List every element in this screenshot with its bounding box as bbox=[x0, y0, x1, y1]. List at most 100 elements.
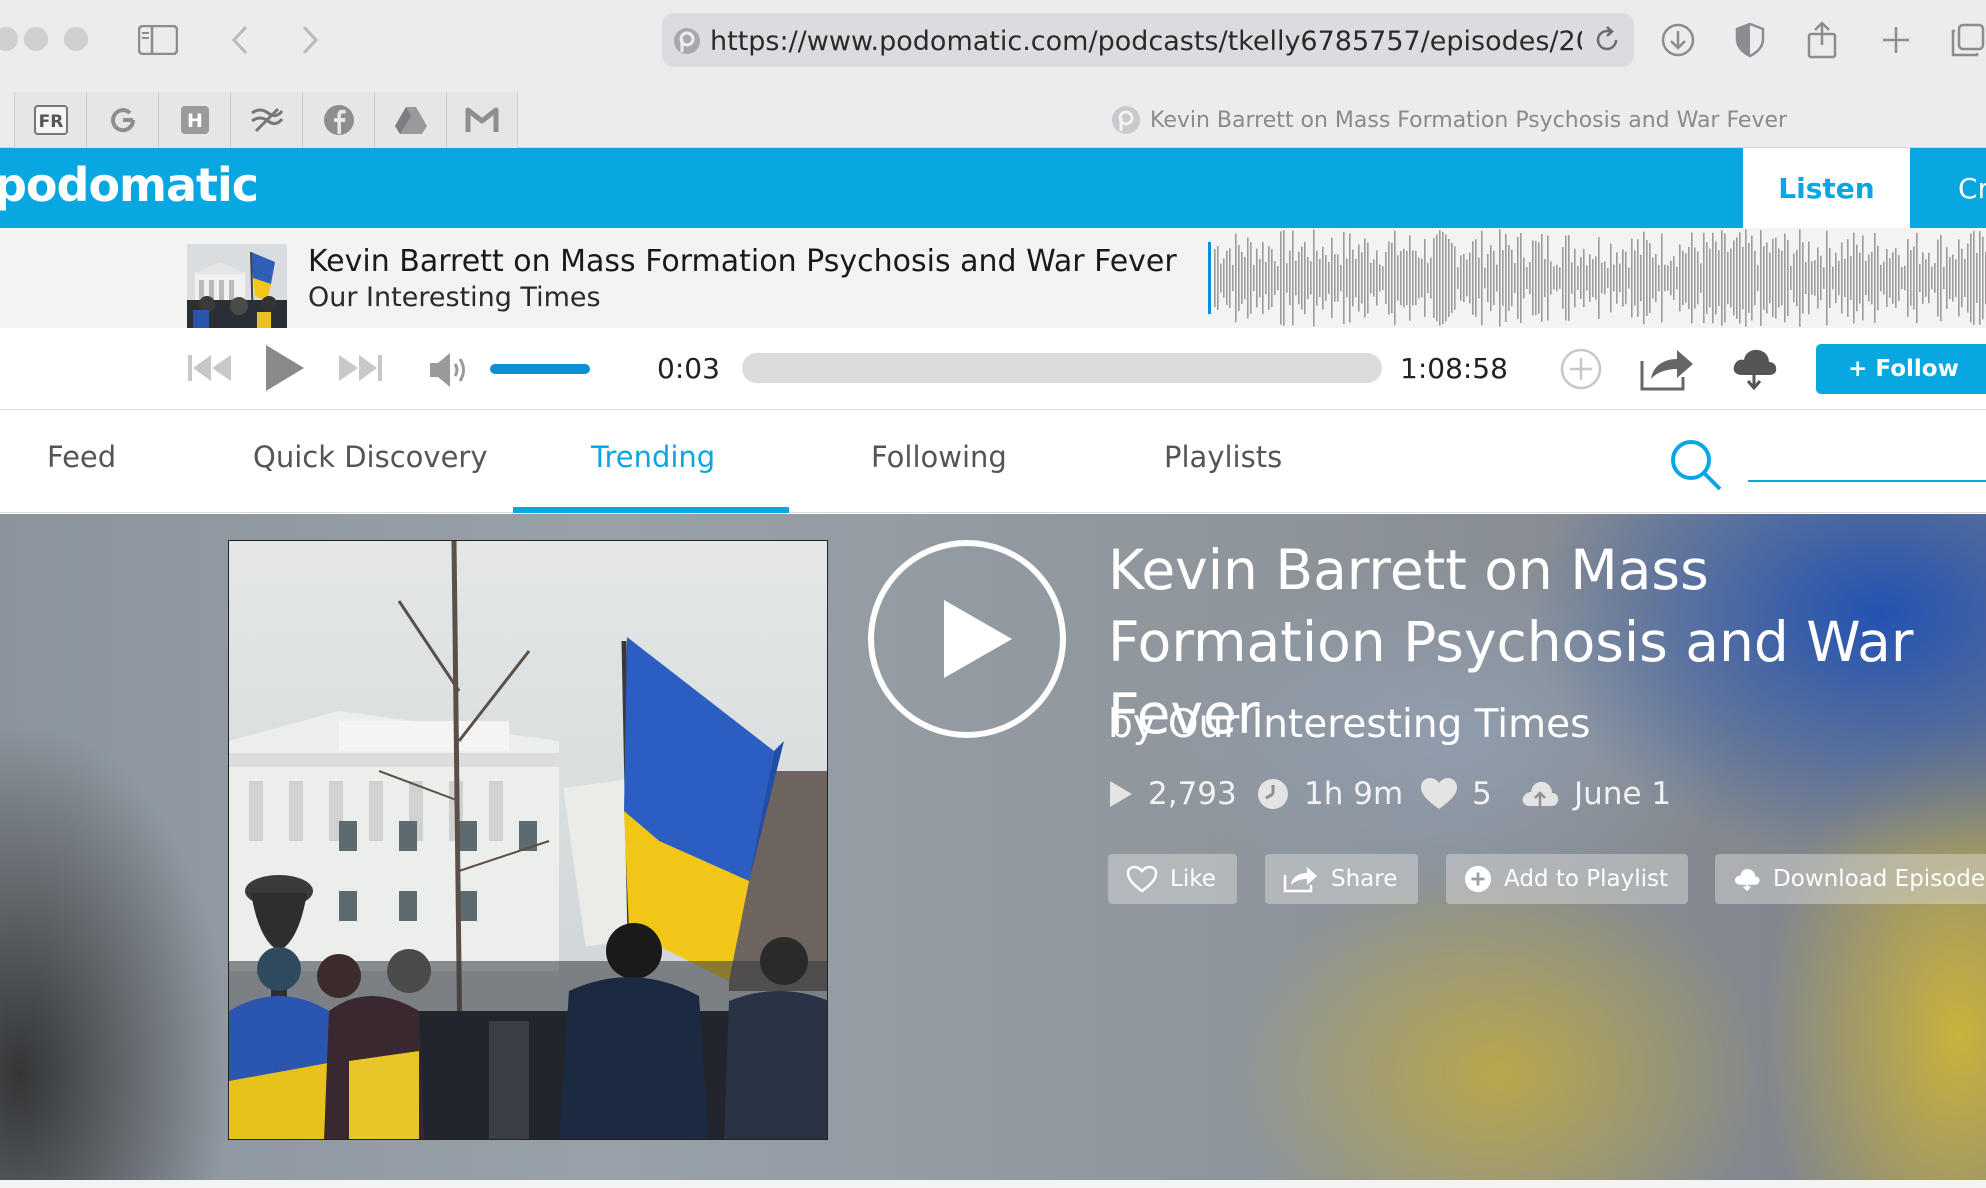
bookmark-google-icon[interactable] bbox=[86, 92, 158, 148]
bookmark-facebook-icon[interactable] bbox=[302, 92, 374, 148]
waveform-bar bbox=[1391, 242, 1393, 314]
search-icon[interactable] bbox=[1668, 437, 1724, 497]
waveform-bar bbox=[1880, 264, 1882, 292]
big-play-button[interactable] bbox=[866, 538, 1068, 740]
waveform-bar bbox=[1598, 237, 1600, 319]
waveform-bar bbox=[1700, 263, 1702, 293]
new-tab-icon[interactable] bbox=[1874, 18, 1918, 62]
cloud-download-icon bbox=[1734, 868, 1760, 892]
waveform-bar bbox=[1688, 246, 1690, 310]
waveform-bar bbox=[1859, 252, 1861, 304]
waveform-bar bbox=[1532, 240, 1534, 316]
back-icon[interactable] bbox=[218, 18, 262, 62]
waveform-bar bbox=[1733, 240, 1735, 316]
heart-outline-icon bbox=[1126, 865, 1158, 893]
waveform-bar bbox=[1376, 250, 1378, 306]
bookmark-drive-icon[interactable] bbox=[374, 92, 446, 148]
shield-icon[interactable] bbox=[1728, 18, 1772, 62]
skip-forward-icon[interactable] bbox=[336, 348, 384, 388]
follow-button[interactable]: + Follow bbox=[1816, 344, 1986, 394]
waveform-bar bbox=[1826, 230, 1828, 326]
waveform-bar bbox=[1514, 263, 1516, 293]
forward-icon[interactable] bbox=[288, 18, 332, 62]
waveform-bar bbox=[1382, 266, 1384, 290]
downloads-icon[interactable] bbox=[1656, 18, 1700, 62]
podomatic-logo[interactable]: podomatic bbox=[0, 158, 259, 212]
waveform-bar bbox=[1802, 242, 1804, 314]
play-icon[interactable] bbox=[256, 340, 312, 396]
duration-value: 1h 9m bbox=[1304, 776, 1404, 812]
waveform-bar bbox=[1607, 267, 1609, 289]
reload-icon[interactable] bbox=[1592, 25, 1622, 59]
waveform-bar bbox=[1637, 239, 1639, 317]
nav-listen[interactable]: Listen bbox=[1743, 148, 1910, 228]
volume-slider[interactable] bbox=[490, 364, 590, 374]
waveform-bar bbox=[1574, 248, 1576, 308]
search-input[interactable] bbox=[1748, 480, 1986, 482]
site-favicon-icon bbox=[672, 26, 702, 60]
waveform-bar bbox=[1709, 248, 1711, 308]
tab-trending[interactable]: Trending bbox=[591, 440, 715, 474]
waveform-bar bbox=[1892, 252, 1894, 304]
waveform-bar bbox=[1286, 263, 1288, 293]
add-to-playlist-button[interactable]: Add to Playlist bbox=[1446, 854, 1688, 904]
waveform-bar bbox=[1778, 248, 1780, 308]
waveform-bar bbox=[1415, 250, 1417, 306]
waveform-bar bbox=[1694, 247, 1696, 309]
volume-icon[interactable] bbox=[426, 348, 474, 392]
waveform[interactable] bbox=[1208, 228, 1986, 328]
waveform-bar bbox=[1436, 234, 1438, 322]
page-footer-strip bbox=[0, 1180, 1986, 1188]
waveform-bar bbox=[1544, 259, 1546, 297]
waveform-bar bbox=[1697, 251, 1699, 305]
player-controls: 0:03 1:08:58 + Follow bbox=[0, 328, 1986, 410]
waveform-bar bbox=[1919, 263, 1921, 293]
add-circle-icon[interactable] bbox=[1558, 346, 1604, 392]
waveform-bar bbox=[1445, 234, 1447, 322]
download-episode-button[interactable]: Download Episode bbox=[1715, 854, 1986, 904]
tab-feed[interactable]: Feed bbox=[47, 440, 116, 474]
waveform-bar bbox=[1610, 243, 1612, 313]
sidebar-toggle-icon[interactable] bbox=[136, 18, 180, 62]
waveform-bar bbox=[1898, 255, 1900, 301]
waveform-bar bbox=[1811, 261, 1813, 295]
progress-bar[interactable] bbox=[742, 353, 1382, 383]
waveform-bar bbox=[1229, 248, 1231, 308]
waveform-bar bbox=[1841, 242, 1843, 314]
waveform-bar bbox=[1589, 254, 1591, 302]
waveform-bar bbox=[1940, 234, 1942, 322]
window-zoom-button[interactable] bbox=[64, 27, 88, 51]
waveform-bar bbox=[1862, 235, 1864, 321]
waveform-bar bbox=[1379, 264, 1381, 292]
address-bar[interactable]: https://www.podomatic.com/podcasts/tkell… bbox=[662, 13, 1634, 67]
episode-author-link[interactable]: Our Interesting Times bbox=[1168, 702, 1591, 747]
waveform-bar bbox=[1511, 249, 1513, 307]
tab-following[interactable]: Following bbox=[871, 440, 1007, 474]
waveform-bar bbox=[1313, 229, 1315, 327]
bookmark-fr-icon[interactable]: FR bbox=[14, 92, 86, 148]
skip-back-icon[interactable] bbox=[186, 348, 234, 388]
now-playing-thumbnail[interactable] bbox=[187, 244, 287, 328]
bookmark-wave-icon[interactable] bbox=[230, 92, 302, 148]
tab-title[interactable]: Kevin Barrett on Mass Formation Psychosi… bbox=[1150, 108, 1787, 133]
window-minimize-button[interactable] bbox=[24, 27, 48, 51]
waveform-bar bbox=[1805, 261, 1807, 295]
bookmark-h-icon[interactable]: H bbox=[158, 92, 230, 148]
tab-overview-icon[interactable] bbox=[1946, 18, 1986, 62]
like-button[interactable]: Like bbox=[1108, 854, 1237, 904]
window-close-button[interactable] bbox=[0, 27, 18, 51]
tab-quick-discovery[interactable]: Quick Discovery bbox=[253, 440, 488, 474]
now-playing-title[interactable]: Kevin Barrett on Mass Formation Psychosi… bbox=[308, 244, 1177, 279]
waveform-bar bbox=[1499, 229, 1501, 327]
cloud-download-icon[interactable] bbox=[1728, 342, 1780, 394]
now-playing-bar: Kevin Barrett on Mass Formation Psychosi… bbox=[0, 228, 1986, 328]
now-playing-show[interactable]: Our Interesting Times bbox=[308, 282, 601, 313]
share-button[interactable]: Share bbox=[1265, 854, 1418, 904]
tab-playlists[interactable]: Playlists bbox=[1164, 440, 1282, 474]
waveform-bar bbox=[1847, 239, 1849, 317]
bookmark-gmail-icon[interactable] bbox=[446, 92, 518, 148]
nav-create[interactable]: Cr bbox=[1958, 148, 1986, 228]
share-arrow-icon[interactable] bbox=[1638, 344, 1696, 394]
share-icon[interactable] bbox=[1800, 18, 1844, 62]
waveform-bar bbox=[1274, 261, 1276, 295]
